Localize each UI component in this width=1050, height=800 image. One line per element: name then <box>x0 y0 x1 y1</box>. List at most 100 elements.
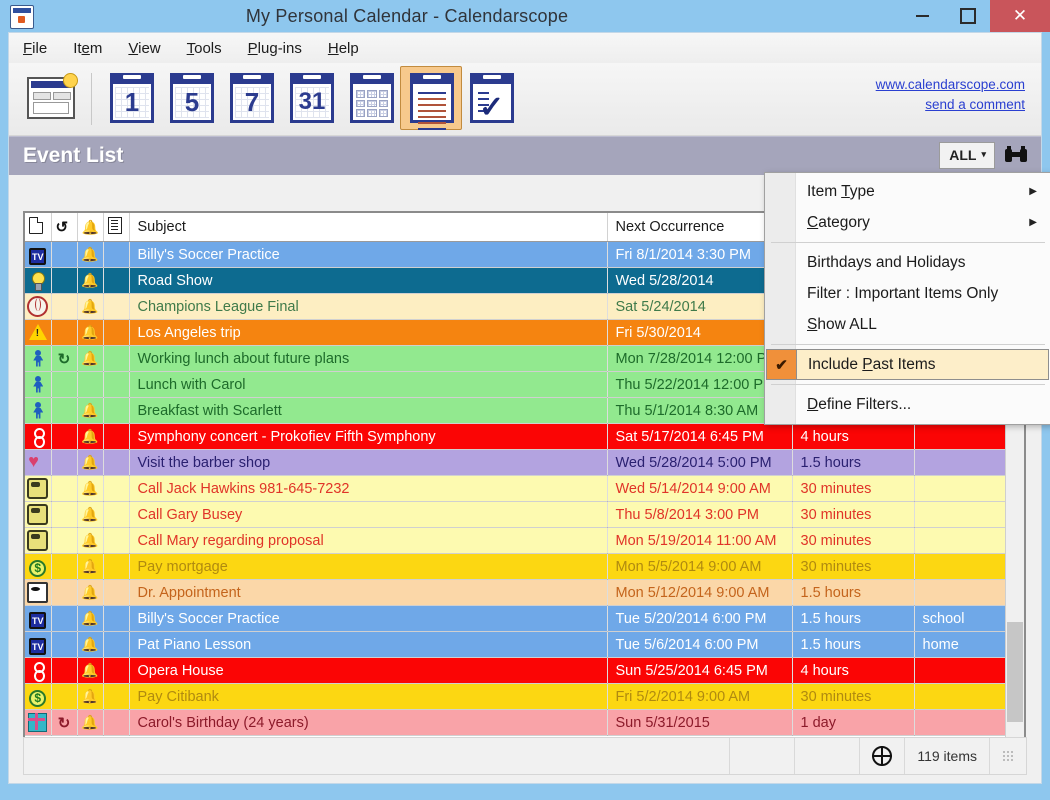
table-row[interactable]: 🔔 Opera House Sun 5/25/2014 6:45 PM 4 hours <box>25 657 1024 684</box>
table-row[interactable]: $ 🔔 Pay Citibank Fri 5/2/2014 9:00 AM 30 min… <box>25 683 1024 710</box>
alarm-bell-icon: 🔔 <box>81 584 99 600</box>
close-button[interactable]: ✕ <box>990 0 1050 32</box>
table-row[interactable]: 🔔 Call Mary regarding proposal Mon 5/19/20… <box>25 527 1024 554</box>
table-row[interactable]: 🔔 Call Jack Hawkins 981-645-7232 Wed 5/14/… <box>25 475 1024 502</box>
menu-item[interactable]: Item <box>73 40 102 57</box>
bulb-icon <box>29 271 46 291</box>
row-subject-cell: Working lunch about future plans <box>129 345 608 372</box>
menu-item-item-type[interactable]: Item Type <box>765 176 1050 207</box>
alarm-bell-icon: 🔔 <box>81 246 99 262</box>
row-alarm-cell: 🔔 <box>77 267 104 294</box>
menu-tools[interactable]: Tools <box>187 40 222 57</box>
row-type-icon-cell <box>25 267 52 294</box>
tv-icon: TV <box>29 611 47 629</box>
maximize-button[interactable] <box>945 0 990 32</box>
application-window: My Personal Calendar - Calendarscope ✕ F… <box>0 0 1050 800</box>
row-note-cell <box>103 631 130 658</box>
person-icon <box>29 349 46 367</box>
column-header-document[interactable] <box>25 213 52 242</box>
send-comment-link[interactable]: send a comment <box>876 95 1025 115</box>
row-recurrence-cell <box>51 423 78 450</box>
month-view-label: 31 <box>298 88 326 115</box>
menu-view[interactable]: View <box>128 40 160 57</box>
row-duration-cell: 1.5 hours <box>792 631 915 658</box>
alarm-bell-icon: 🔔 <box>81 688 99 704</box>
table-row[interactable]: ↻ 🔔 Carol's Birthday (24 years) Sun 5/31/20… <box>25 709 1024 736</box>
note-icon <box>107 216 122 234</box>
checkmark-icon: ✔ <box>766 349 797 380</box>
filter-all-button[interactable]: ALL ▾ <box>939 141 995 169</box>
menu-help[interactable]: Help <box>328 40 359 57</box>
row-alarm-cell: 🔔 <box>77 709 104 736</box>
column-header-subject[interactable]: Subject <box>129 213 608 242</box>
row-type-icon-cell <box>25 709 52 736</box>
sync-status-cell[interactable] <box>859 738 904 774</box>
website-link[interactable]: www.calendarscope.com <box>876 75 1025 95</box>
resize-grip-cell[interactable] <box>989 738 1026 774</box>
row-type-icon-cell: TV <box>25 631 52 658</box>
work-week-view-button[interactable]: 5 <box>164 69 218 127</box>
row-note-cell <box>103 475 130 502</box>
alarm-bell-icon: 🔔 <box>81 714 99 730</box>
row-note-cell <box>103 683 130 710</box>
row-recurrence-cell <box>51 527 78 554</box>
column-header-alarm[interactable]: 🔔 <box>77 213 104 242</box>
menu-item-define-filters[interactable]: Define Filters... <box>765 389 1050 420</box>
menu-item-filter-important-items-only[interactable]: Filter : Important Items Only <box>765 278 1050 309</box>
alarm-bell-icon: 🔔 <box>81 558 99 574</box>
globe-icon <box>872 746 893 766</box>
day-view-button[interactable]: 1 <box>104 69 158 127</box>
row-next-occurrence-cell: Thu 5/8/2014 3:00 PM <box>607 501 793 528</box>
table-row[interactable]: TV 🔔 Pat Piano Lesson Tue 5/6/2014 6:00 PM 1… <box>25 631 1024 658</box>
row-recurrence-cell <box>51 631 78 658</box>
toolbar-separator <box>91 73 92 125</box>
menu-item-birthdays-and-holidays[interactable]: Birthdays and Holidays <box>765 247 1050 278</box>
row-alarm-cell: 🔔 <box>77 293 104 320</box>
table-row[interactable]: 🔔 Dr. Appointment Mon 5/12/2014 9:00 AM 1.5… <box>25 579 1024 606</box>
search-button[interactable] <box>999 140 1033 170</box>
minimize-button[interactable] <box>900 0 945 32</box>
row-note-cell <box>103 371 130 398</box>
row-alarm-cell: 🔔 <box>77 423 104 450</box>
alarm-bell-icon: 🔔 <box>81 662 99 678</box>
table-row[interactable]: TV 🔔 Billy's Soccer Practice Tue 5/20/2014 … <box>25 605 1024 632</box>
vertical-scroll-thumb[interactable] <box>1007 622 1023 722</box>
menu-item-include-past-items[interactable]: ✔ Include Past Items <box>766 349 1049 380</box>
week-view-button[interactable]: 7 <box>224 69 278 127</box>
alarm-bell-icon: 🔔 <box>81 272 99 288</box>
new-item-button[interactable] <box>25 69 79 127</box>
row-duration-cell: 1.5 hours <box>792 449 915 476</box>
row-type-icon-cell <box>25 345 52 372</box>
row-subject-cell: Billy's Soccer Practice <box>129 241 608 268</box>
row-alarm-cell: 🔔 <box>77 579 104 606</box>
calendar-app-icon <box>10 5 34 29</box>
column-header-recurrence[interactable]: ↺ <box>51 213 78 242</box>
menu-item-show-all[interactable]: Show ALL <box>765 309 1050 340</box>
column-header-note[interactable] <box>103 213 130 242</box>
table-row[interactable]: 🔔 Call Gary Busey Thu 5/8/2014 3:00 PM 30 m… <box>25 501 1024 528</box>
row-alarm-cell: 🔔 <box>77 449 104 476</box>
table-row[interactable]: $ 🔔 Pay mortgage Mon 5/5/2014 9:00 AM 30 min… <box>25 553 1024 580</box>
menu-separator <box>771 344 1045 345</box>
window-controls: ✕ <box>900 0 1050 32</box>
row-duration-cell: 30 minutes <box>792 501 915 528</box>
year-view-button[interactable] <box>344 69 398 127</box>
event-list-view-button[interactable] <box>400 66 462 130</box>
maximize-icon <box>959 8 976 24</box>
menu-item-category[interactable]: Category <box>765 207 1050 238</box>
row-note-cell <box>103 501 130 528</box>
table-row[interactable]: 🔔 Visit the barber shopWed 5/28/2014 5:00… <box>25 449 1024 476</box>
menu-file[interactable]: File <box>23 40 47 57</box>
status-bar: 119 items <box>23 737 1027 775</box>
alarm-bell-icon: 🔔 <box>81 324 99 340</box>
view-header-bar: Event List ALL ▾ <box>9 136 1041 175</box>
checkmark-icon: ✓ <box>479 91 505 124</box>
row-recurrence-cell <box>51 657 78 684</box>
month-view-button[interactable]: 31 <box>284 69 338 127</box>
row-next-occurrence-cell: Sun 5/31/2015 <box>607 709 793 736</box>
task-list-view-button[interactable]: ✓ <box>464 69 518 127</box>
table-row[interactable]: 🔔 Symphony concert - Prokofiev Fifth Symp… <box>25 423 1024 450</box>
title-bar: My Personal Calendar - Calendarscope ✕ <box>0 0 1050 32</box>
menu-plugins[interactable]: Plug-ins <box>248 40 302 57</box>
event-list-view-icon <box>410 73 454 130</box>
